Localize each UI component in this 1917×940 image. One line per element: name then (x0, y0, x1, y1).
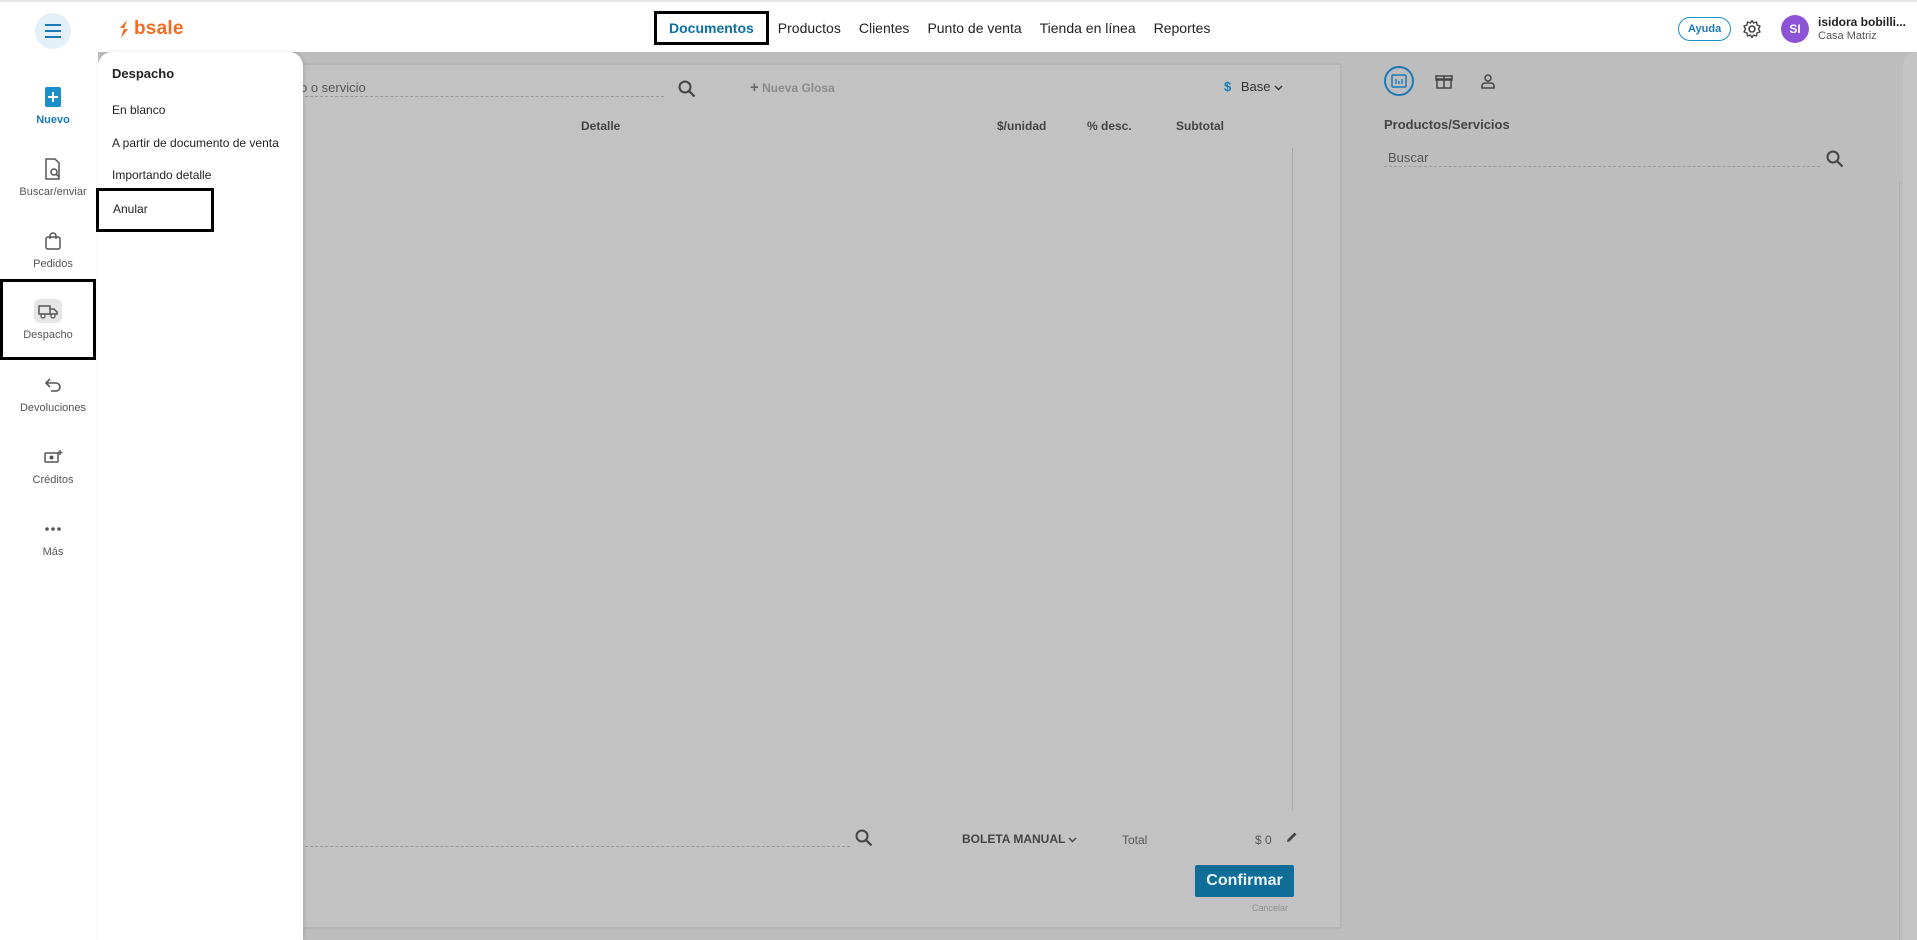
sidebar-item-nuevo[interactable]: Nuevo (0, 70, 106, 142)
avatar[interactable]: SI (1781, 15, 1809, 43)
left-sidebar: Nuevo Buscar/enviar Pedidos Despacho Dev… (0, 52, 98, 940)
nav-tienda-en-linea[interactable]: Tienda en línea (1040, 20, 1136, 36)
logo-text: bsale (134, 18, 184, 39)
sidebar-item-despacho[interactable]: Despacho (0, 279, 96, 360)
column-subtotal: Subtotal (1176, 119, 1224, 133)
tab-gifts[interactable] (1429, 66, 1459, 96)
search-icon[interactable] (855, 829, 873, 847)
column-precio-unidad: $/unidad (997, 119, 1047, 133)
plus-icon: + (750, 79, 759, 96)
person-icon (1481, 74, 1495, 89)
new-document-icon (42, 86, 64, 108)
confirm-button[interactable]: Confirmar (1195, 865, 1294, 897)
sidebar-label-mas: Más (42, 546, 64, 558)
menu-title: Despacho (112, 66, 175, 81)
document-panel (300, 64, 1341, 928)
total-label: Total (1122, 833, 1148, 847)
search-document-icon (42, 158, 64, 180)
sidebar-item-devoluciones[interactable]: Devoluciones (0, 358, 106, 430)
user-info[interactable]: isidora bobilli... Casa Matriz (1818, 15, 1906, 43)
truck-icon (34, 298, 62, 323)
sidebar-label-buscar-enviar: Buscar/enviar (19, 186, 87, 198)
tab-client[interactable] (1473, 66, 1503, 96)
chevron-down-icon (1274, 85, 1283, 91)
search-icon[interactable] (678, 80, 696, 98)
currency-selector[interactable]: $ Base (1224, 79, 1283, 94)
credit-icon (42, 446, 64, 468)
total-value: $ 0 (1255, 833, 1272, 847)
menu-item-anular[interactable]: Anular (96, 188, 214, 232)
document-type-selector[interactable]: BOLETA MANUAL (962, 832, 1077, 846)
return-icon (42, 374, 64, 396)
cancel-link[interactable]: Cancelar (1252, 903, 1288, 913)
chevron-down-icon (1068, 837, 1077, 843)
products-search-input[interactable]: Buscar (1388, 150, 1428, 165)
user-branch: Casa Matriz (1818, 30, 1877, 42)
products-services-title: Productos/Servicios (1384, 117, 1510, 132)
right-panel-divider (1899, 182, 1900, 940)
tab-products[interactable] (1384, 66, 1414, 96)
menu-item-en-blanco[interactable]: En blanco (112, 103, 165, 117)
sidebar-item-pedidos[interactable]: Pedidos (0, 214, 106, 286)
hamburger-menu-button[interactable] (35, 13, 71, 49)
gift-icon (1435, 75, 1453, 89)
product-search-input[interactable]: o o servicio (300, 80, 366, 95)
nueva-glosa-label: Nueva Glosa (762, 81, 835, 95)
products-search-underline (1384, 166, 1820, 167)
main-nav: Documentos Productos Clientes Punto de v… (654, 2, 1228, 54)
sidebar-label-creditos: Créditos (32, 474, 74, 486)
nav-punto-de-venta[interactable]: Punto de venta (927, 20, 1021, 36)
column-detalle: Detalle (581, 119, 621, 133)
sidebar-item-buscar-enviar[interactable]: Buscar/enviar (0, 142, 106, 214)
user-name: isidora bobilli... (1818, 15, 1906, 29)
help-button[interactable]: Ayuda (1678, 17, 1732, 41)
document-type-label: BOLETA MANUAL (962, 832, 1066, 846)
nav-clientes[interactable]: Clientes (859, 20, 910, 36)
bsale-logo[interactable]: bsale (118, 18, 184, 40)
sidebar-label-devoluciones: Devoluciones (19, 402, 87, 414)
currency-label: Base (1240, 79, 1271, 94)
bsale-logo-icon (120, 20, 128, 38)
menu-item-documento-de-venta[interactable]: A partir de documento de venta (112, 136, 279, 150)
pencil-icon[interactable] (1286, 831, 1298, 843)
more-icon (42, 518, 64, 540)
sidebar-label-pedidos: Pedidos (33, 258, 73, 270)
sidebar-label-despacho: Despacho (23, 328, 73, 341)
gear-icon[interactable] (1742, 19, 1762, 39)
product-search-underline (300, 96, 664, 97)
sidebar-item-mas[interactable]: Más (0, 502, 106, 574)
nueva-glosa-button[interactable]: + Nueva Glosa (750, 79, 835, 96)
nav-reportes[interactable]: Reportes (1154, 20, 1211, 36)
sidebar-label-nuevo: Nuevo (36, 114, 70, 126)
search-icon[interactable] (1826, 150, 1844, 168)
sidebar-item-creditos[interactable]: Créditos (0, 430, 106, 502)
column-descuento: % desc. (1087, 119, 1132, 133)
nav-productos[interactable]: Productos (778, 20, 841, 36)
currency-symbol: $ (1224, 79, 1232, 94)
client-search-underline (300, 846, 850, 847)
scroll-edge (1903, 52, 1917, 940)
top-bar: bsale Documentos Productos Clientes Punt… (0, 0, 1917, 52)
table-scroll-divider (1292, 148, 1293, 810)
bag-icon (42, 230, 64, 252)
menu-icon (45, 22, 61, 40)
menu-item-importando-detalle[interactable]: Importando detalle (112, 168, 211, 182)
nav-documentos[interactable]: Documentos (654, 11, 769, 45)
products-icon (1391, 74, 1407, 88)
despacho-menu: Despacho En blanco A partir de documento… (96, 52, 303, 940)
